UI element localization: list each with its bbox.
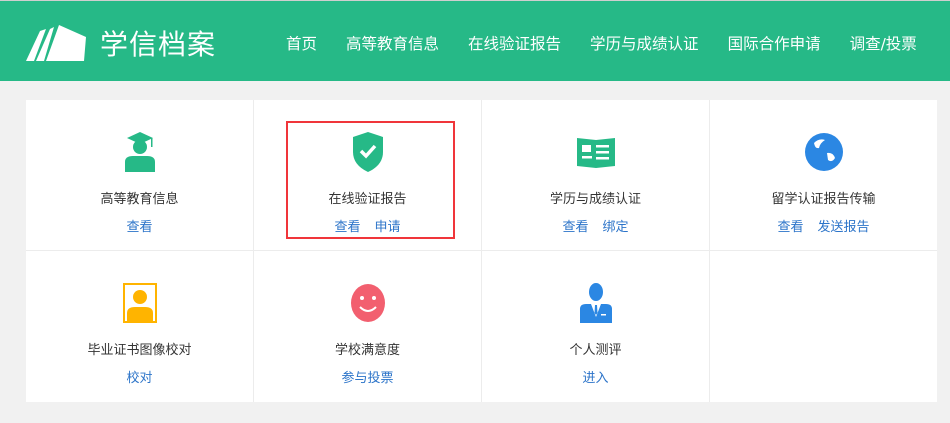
nav-online-verification[interactable]: 在线验证报告 bbox=[468, 32, 561, 54]
nav-degree-certification[interactable]: 学历与成绩认证 bbox=[590, 32, 699, 54]
enter-link[interactable]: 进入 bbox=[582, 371, 608, 386]
service-title: 毕业证书图像校对 bbox=[87, 343, 192, 358]
service-title: 个人测评 bbox=[569, 343, 622, 358]
view-link[interactable]: 查看 bbox=[777, 220, 803, 235]
services-grid: 高等教育信息 查看 在线验证报告 查看 申请 学历与成绩认证 查看 绑定 留学认证报… bbox=[26, 100, 937, 402]
nav-international[interactable]: 国际合作申请 bbox=[728, 32, 821, 54]
vote-link[interactable]: 参与投票 bbox=[341, 371, 393, 386]
logo[interactable]: 学信档案 bbox=[26, 23, 216, 63]
graduate-icon bbox=[124, 132, 155, 172]
nav-higher-education[interactable]: 高等教育信息 bbox=[346, 32, 439, 54]
view-link[interactable]: 查看 bbox=[334, 220, 360, 235]
empty-cell bbox=[710, 251, 937, 402]
service-title: 留学认证报告传输 bbox=[771, 192, 876, 207]
nav-survey[interactable]: 调查/投票 bbox=[850, 32, 917, 54]
service-title: 在线验证报告 bbox=[328, 192, 407, 207]
main-nav: 首页 高等教育信息 在线验证报告 学历与成绩认证 国际合作申请 调查/投票 bbox=[286, 32, 946, 54]
view-link[interactable]: 查看 bbox=[562, 220, 588, 235]
service-study-abroad-report: 留学认证报告传输 查看 发送报告 bbox=[710, 100, 937, 251]
shield-check-icon bbox=[352, 132, 383, 172]
view-link[interactable]: 查看 bbox=[126, 220, 152, 235]
bind-link[interactable]: 绑定 bbox=[603, 220, 629, 235]
check-link[interactable]: 校对 bbox=[126, 371, 152, 386]
service-school-satisfaction: 学校满意度 参与投票 bbox=[254, 251, 482, 402]
send-report-link[interactable]: 发送报告 bbox=[818, 220, 870, 235]
service-online-verification: 在线验证报告 查看 申请 bbox=[254, 100, 482, 251]
service-diploma-image-check: 毕业证书图像校对 校对 bbox=[26, 251, 254, 402]
brand-name: 学信档案 bbox=[100, 28, 217, 61]
service-degree-certification: 学历与成绩认证 查看 绑定 bbox=[482, 100, 710, 251]
service-personal-assessment: 个人测评 进入 bbox=[482, 251, 710, 402]
service-title: 高等教育信息 bbox=[100, 192, 179, 207]
person-suit-icon bbox=[579, 283, 612, 323]
book-icon bbox=[576, 138, 615, 168]
apply-link[interactable]: 申请 bbox=[375, 220, 401, 235]
smile-icon bbox=[350, 284, 385, 322]
service-higher-education: 高等教育信息 查看 bbox=[26, 100, 254, 251]
header: 学信档案 首页 高等教育信息 在线验证报告 学历与成绩认证 国际合作申请 调查/… bbox=[0, 0, 950, 81]
nav-home[interactable]: 首页 bbox=[286, 32, 317, 54]
service-title: 学校满意度 bbox=[334, 343, 400, 358]
globe-icon bbox=[804, 133, 843, 171]
photo-id-icon bbox=[122, 283, 157, 323]
logo-icon bbox=[26, 25, 86, 61]
service-title: 学历与成绩认证 bbox=[549, 192, 641, 207]
